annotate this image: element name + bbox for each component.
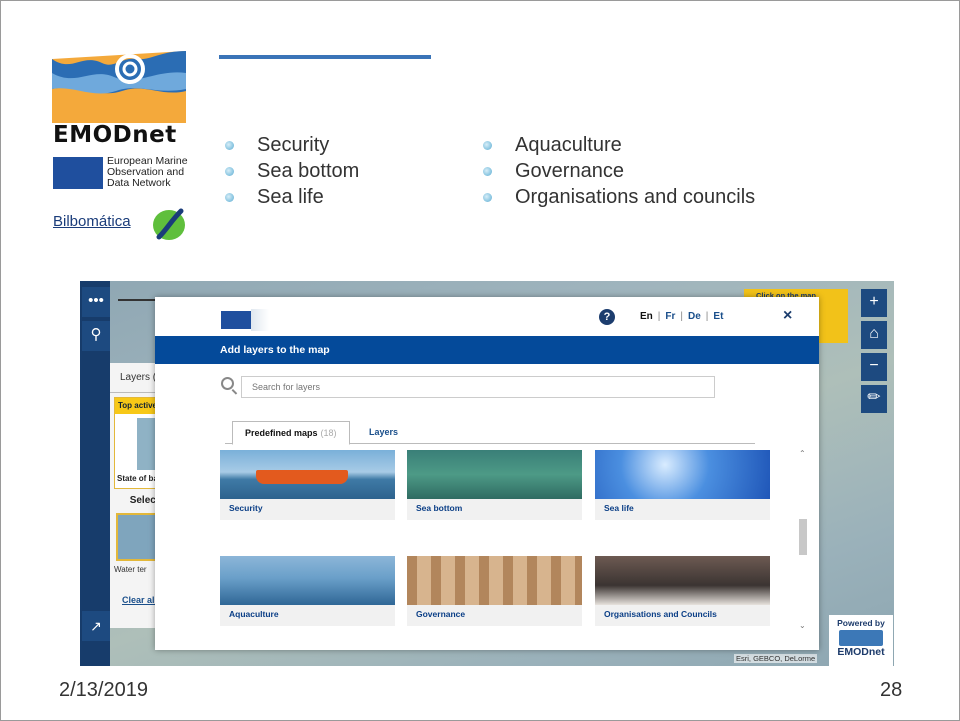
bilbomatica-logo: Bilbomática	[53, 207, 193, 247]
layer-search-input[interactable]	[241, 376, 715, 398]
list-item: Governance	[477, 158, 755, 184]
search-icon	[221, 377, 234, 390]
map-card-sea-life[interactable]: Sea life	[595, 450, 770, 520]
card-label: Organisations and Councils	[604, 609, 717, 619]
share-icon[interactable]: ↗	[82, 611, 110, 641]
lang-et[interactable]: Et	[713, 311, 723, 322]
title-rule	[219, 55, 431, 59]
clear-all-link[interactable]: Clear all	[110, 595, 157, 605]
help-icon[interactable]: ?	[599, 309, 615, 325]
home-icon[interactable]: ⌂	[861, 321, 887, 349]
emodnet-logo	[52, 51, 186, 123]
map-viewer[interactable]: ••• ⚲ Layers ( Top active State of bat S…	[80, 281, 894, 666]
bilbomatica-text: Bilbomática	[53, 213, 131, 230]
emodnet-wordmark: EMODnet	[53, 122, 177, 148]
eu-network-text: European Marine Observation and Data Net…	[107, 156, 188, 189]
lang-en[interactable]: En	[640, 311, 653, 322]
emodnet-mini-logo	[839, 630, 883, 646]
search-icon[interactable]: ⚲	[82, 321, 110, 351]
chevron-up-icon[interactable]: ⌃	[799, 449, 806, 458]
zoom-out-button[interactable]: −	[861, 353, 887, 381]
bullet-icon	[483, 167, 492, 176]
modal-title: Add layers to the map	[155, 336, 819, 364]
menu-icon[interactable]: •••	[82, 287, 110, 317]
list-item: Sea life	[219, 184, 359, 210]
slide: EMODnet European Marine Observation and …	[0, 0, 960, 721]
tab-label: Predefined maps	[245, 428, 318, 438]
card-label: Sea bottom	[416, 503, 463, 513]
bullet-icon	[225, 141, 234, 150]
bullet-text: Aquaculture	[515, 134, 622, 156]
card-image	[407, 556, 582, 605]
bullet-text: Governance	[515, 160, 624, 182]
list-item: Security	[219, 132, 359, 158]
language-switcher: En | Fr | De | Et	[640, 311, 724, 322]
lang-de[interactable]: De	[688, 311, 701, 322]
card-image	[595, 450, 770, 499]
bullet-text: Security	[257, 134, 330, 156]
lang-fr[interactable]: Fr	[665, 311, 675, 322]
list-item: Sea bottom	[219, 158, 359, 184]
card-label: Governance	[416, 609, 466, 619]
bullet-text: Sea life	[257, 186, 324, 208]
bullet-text: Organisations and councils	[515, 186, 756, 208]
eu-text-line: Data Network	[107, 177, 171, 189]
zoom-in-button[interactable]: +	[861, 289, 887, 317]
map-card-organisations[interactable]: Organisations and Councils	[595, 556, 770, 626]
tab-count: (18)	[320, 428, 337, 438]
modal-scrollbar[interactable]: ⌃ ⌄	[799, 449, 809, 630]
map-card-security[interactable]: Security	[220, 450, 395, 520]
map-card-governance[interactable]: Governance	[407, 556, 582, 626]
bilbomatica-mark-icon	[153, 208, 185, 240]
map-card-sea-bottom[interactable]: Sea bottom	[407, 450, 582, 520]
bullet-text: Sea bottom	[257, 160, 360, 182]
close-button[interactable]: ×	[783, 307, 792, 325]
scroll-thumb[interactable]	[799, 519, 807, 555]
bullet-list-right: Aquaculture Governance Organisations and…	[477, 132, 755, 210]
bullet-list-left: Security Sea bottom Sea life	[219, 132, 359, 210]
slide-date: 2/13/2019	[59, 679, 148, 701]
map-attribution: Esri, GEBCO, DeLorme	[734, 654, 818, 663]
bullet-icon	[483, 141, 492, 150]
list-item: Organisations and councils	[477, 184, 755, 210]
card-image	[220, 556, 395, 605]
bullet-icon	[483, 193, 492, 202]
ruler-icon[interactable]: ✏	[861, 385, 887, 413]
card-image	[595, 556, 770, 605]
eu-flag-icon	[221, 309, 269, 331]
bullet-icon	[225, 193, 234, 202]
bullet-icon	[225, 167, 234, 176]
card-image	[407, 450, 582, 499]
powered-by-badge: Powered by EMODnet	[829, 615, 893, 666]
tab-layers[interactable]: Layers	[369, 421, 398, 443]
card-label: Security	[229, 503, 263, 513]
basemap-label: Water ter	[114, 565, 147, 574]
card-label: Sea life	[604, 503, 634, 513]
slide-number: 28	[880, 679, 903, 701]
list-item: Aquaculture	[477, 132, 755, 158]
card-image	[220, 450, 395, 499]
add-layers-modal: ? En|Fr|De|Et × Add layers to the map Pr…	[155, 297, 819, 650]
eu-flag-icon	[53, 157, 103, 189]
left-toolbar: ••• ⚲	[80, 281, 110, 666]
tab-predefined-maps[interactable]: Predefined maps (18)	[232, 421, 350, 445]
card-label: Aquaculture	[229, 609, 279, 619]
powered-brand: EMODnet	[837, 646, 885, 658]
powered-by-text: Powered by	[837, 618, 885, 628]
layer-name: State of bat	[117, 474, 161, 483]
chevron-down-icon[interactable]: ⌄	[799, 621, 806, 630]
map-card-aquaculture[interactable]: Aquaculture	[220, 556, 395, 626]
